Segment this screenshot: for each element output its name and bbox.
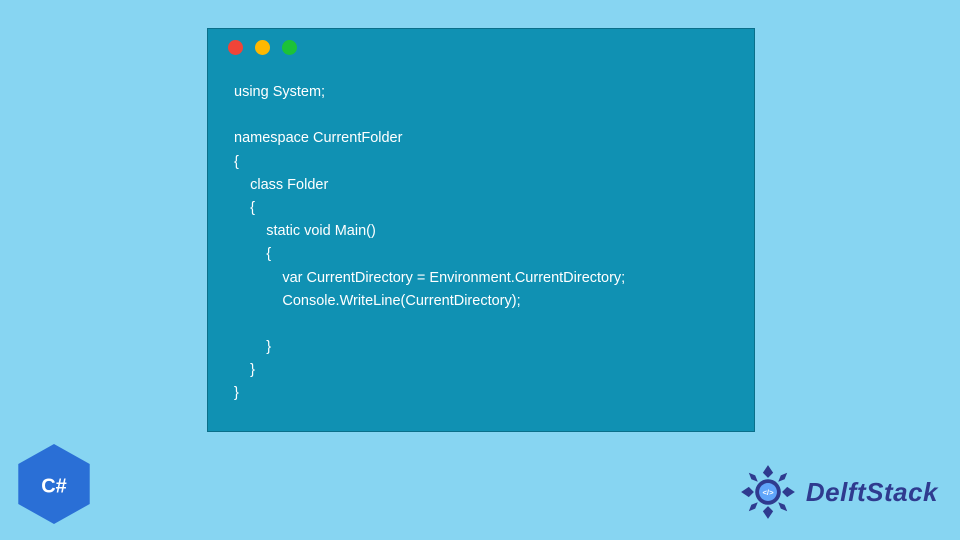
badge-label: C#: [41, 476, 67, 498]
brand-logo: </> DelftStack: [736, 460, 938, 524]
maximize-icon: [282, 40, 297, 55]
csharp-badge-icon: C#: [18, 444, 90, 524]
close-icon: [228, 40, 243, 55]
window-title-bar: [208, 29, 754, 65]
minimize-icon: [255, 40, 270, 55]
svg-text:</>: </>: [762, 488, 774, 497]
brand-name: DelftStack: [806, 477, 938, 508]
code-content: using System; namespace CurrentFolder { …: [208, 65, 754, 406]
brand-emblem-icon: </>: [736, 460, 800, 524]
code-window: using System; namespace CurrentFolder { …: [207, 28, 755, 432]
